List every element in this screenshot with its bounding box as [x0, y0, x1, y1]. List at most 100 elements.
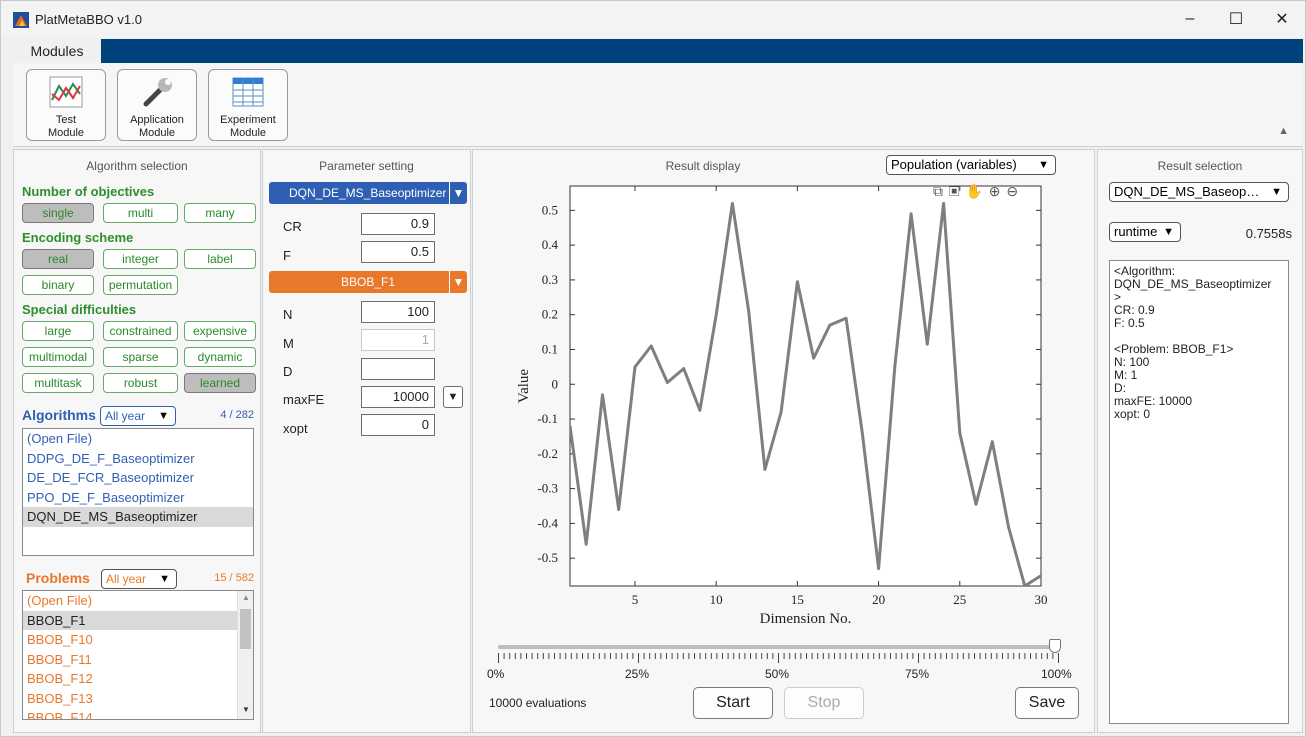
- problems-year-select[interactable]: All year ▼: [101, 569, 177, 589]
- progress-slider-track[interactable]: [498, 645, 1058, 649]
- datatip-icon[interactable]: ▣: [949, 183, 961, 199]
- list-item[interactable]: DDPG_DE_F_Baseoptimizer: [23, 449, 253, 469]
- y-tick-label: 0.2: [542, 307, 558, 322]
- tag-label[interactable]: label: [184, 249, 256, 269]
- param-input-f[interactable]: 0.5: [361, 241, 435, 263]
- data-point: [650, 344, 653, 348]
- stop-button[interactable]: Stop: [784, 687, 864, 719]
- tag-expensive[interactable]: expensive: [184, 321, 256, 341]
- problem-param-name: BBOB_F1: [340, 275, 396, 289]
- algorithm-param-select[interactable]: DQN_DE_MS_Baseoptimizer ▼: [269, 182, 467, 204]
- problem-param-select[interactable]: BBOB_F1 ▼: [269, 271, 467, 293]
- minimize-button[interactable]: –: [1167, 1, 1213, 37]
- algorithms-list[interactable]: (Open File) DDPG_DE_F_Baseoptimizer DE_D…: [22, 428, 254, 556]
- progress-slider-thumb[interactable]: [1049, 639, 1061, 653]
- param-input-maxfe[interactable]: 10000: [361, 386, 435, 408]
- result-chart[interactable]: 5 10 15 20 25 30 0.5 0.4 0.3 0.2 0.1 0 -0.1 -0.2 -0.3 -…: [473, 172, 1096, 632]
- chevron-down-icon: ▼: [449, 271, 467, 293]
- maximize-button[interactable]: ☐: [1213, 1, 1259, 37]
- collapse-ribbon-icon[interactable]: ▲: [1278, 125, 1289, 137]
- y-tick-label: -0.4: [537, 515, 558, 530]
- slider-ticks: [498, 653, 1059, 663]
- tag-multitask[interactable]: multitask: [22, 373, 94, 393]
- tag-real[interactable]: real: [22, 249, 94, 269]
- data-point: [796, 280, 799, 283]
- maxfe-dropdown-icon[interactable]: ▼: [443, 386, 463, 408]
- tag-integer[interactable]: integer: [103, 249, 178, 269]
- scrollbar-thumb[interactable]: [240, 609, 251, 649]
- zoom-out-icon[interactable]: ⊖: [1006, 183, 1019, 199]
- algorithm-selection-title: Algorithm selection: [86, 159, 188, 173]
- list-item[interactable]: BBOB_F14: [23, 708, 253, 719]
- view-select-value: Population (variables): [891, 157, 1017, 172]
- slider-tick-label: 100%: [1041, 667, 1072, 681]
- list-item-selected[interactable]: DQN_DE_MS_Baseoptimizer: [23, 507, 253, 527]
- tag-single[interactable]: single: [22, 203, 94, 223]
- tag-sparse[interactable]: sparse: [103, 347, 178, 367]
- tag-constrained[interactable]: constrained: [103, 321, 178, 341]
- data-point: [974, 503, 978, 506]
- save-button[interactable]: Save: [1015, 687, 1079, 719]
- param-input-d[interactable]: [361, 358, 435, 380]
- tag-permutation[interactable]: permutation: [103, 275, 178, 295]
- tab-modules[interactable]: Modules: [13, 39, 101, 63]
- problems-list[interactable]: (Open File) BBOB_F1 BBOB_F10 BBOB_F11 BB…: [22, 590, 254, 720]
- tag-dynamic[interactable]: dynamic: [184, 347, 256, 367]
- window-title: PlatMetaBBO v1.0: [35, 12, 142, 27]
- problems-scrollbar[interactable]: ▲ ▼: [237, 591, 253, 719]
- algorithm-selection-panel: Algorithm selection Number of objectives…: [13, 149, 261, 733]
- tag-binary[interactable]: binary: [22, 275, 94, 295]
- encoding-label: Encoding scheme: [22, 230, 134, 245]
- export-icon[interactable]: ⧉: [933, 183, 944, 199]
- special-difficulties-label: Special difficulties: [22, 302, 137, 317]
- metric-select[interactable]: runtime ▼: [1109, 222, 1181, 242]
- slider-tick-label: 50%: [765, 667, 790, 681]
- data-point: [747, 310, 750, 313]
- ribbon-tab-bar: Modules: [13, 39, 1303, 63]
- pan-hand-icon[interactable]: ✋: [965, 183, 983, 199]
- param-label-cr: CR: [283, 219, 302, 234]
- scroll-up-icon[interactable]: ▲: [242, 593, 250, 602]
- param-input-xopt[interactable]: 0: [361, 414, 435, 436]
- data-point: [633, 365, 637, 369]
- algorithms-count: 4 / 282: [220, 409, 254, 421]
- slider-tick-label: 75%: [905, 667, 930, 681]
- list-item[interactable]: (Open File): [23, 429, 253, 449]
- test-module-button[interactable]: Test Module: [26, 69, 106, 141]
- algorithms-label: Algorithms: [22, 407, 96, 423]
- result-algorithm-value: DQN_DE_MS_Baseop…: [1114, 184, 1260, 199]
- list-item-selected[interactable]: BBOB_F1: [23, 610, 253, 630]
- list-item[interactable]: BBOB_F13: [23, 689, 253, 709]
- x-tick-label: 5: [632, 592, 639, 607]
- application-module-button[interactable]: Application Module: [117, 69, 197, 141]
- param-input-n[interactable]: 100: [361, 301, 435, 323]
- problems-label: Problems: [26, 570, 90, 586]
- scroll-down-icon[interactable]: ▼: [242, 705, 250, 714]
- list-item[interactable]: BBOB_F12: [23, 669, 253, 689]
- experiment-module-button[interactable]: Experiment Module: [208, 69, 288, 141]
- list-item[interactable]: (Open File): [23, 591, 253, 611]
- param-input-cr[interactable]: 0.9: [361, 213, 435, 235]
- zoom-in-icon[interactable]: ⊕: [989, 183, 1002, 199]
- tag-learned[interactable]: learned: [184, 373, 256, 393]
- algorithms-year-select[interactable]: All year ▼: [100, 406, 176, 426]
- list-item[interactable]: BBOB_F10: [23, 630, 253, 650]
- data-point: [812, 356, 815, 360]
- application-module-label-2: Module: [138, 127, 176, 139]
- tag-large[interactable]: large: [22, 321, 94, 341]
- list-item[interactable]: DE_DE_FCR_Baseoptimizer: [23, 468, 253, 488]
- data-point: [844, 316, 848, 320]
- chevron-down-icon: ▼: [158, 410, 169, 422]
- param-label-xopt: xopt: [283, 421, 308, 436]
- list-item[interactable]: BBOB_F11: [23, 650, 253, 670]
- tag-many[interactable]: many: [184, 203, 256, 223]
- result-algorithm-select[interactable]: DQN_DE_MS_Baseop… ▼: [1109, 182, 1289, 202]
- close-button[interactable]: ✕: [1259, 1, 1305, 37]
- list-item[interactable]: PPO_DE_F_Baseoptimizer: [23, 488, 253, 508]
- data-point: [1023, 584, 1026, 586]
- objectives-label: Number of objectives: [22, 184, 155, 199]
- tag-multimodal[interactable]: multimodal: [22, 347, 94, 367]
- tag-robust[interactable]: robust: [103, 373, 178, 393]
- tag-multi[interactable]: multi: [103, 203, 178, 223]
- start-button[interactable]: Start: [693, 687, 773, 719]
